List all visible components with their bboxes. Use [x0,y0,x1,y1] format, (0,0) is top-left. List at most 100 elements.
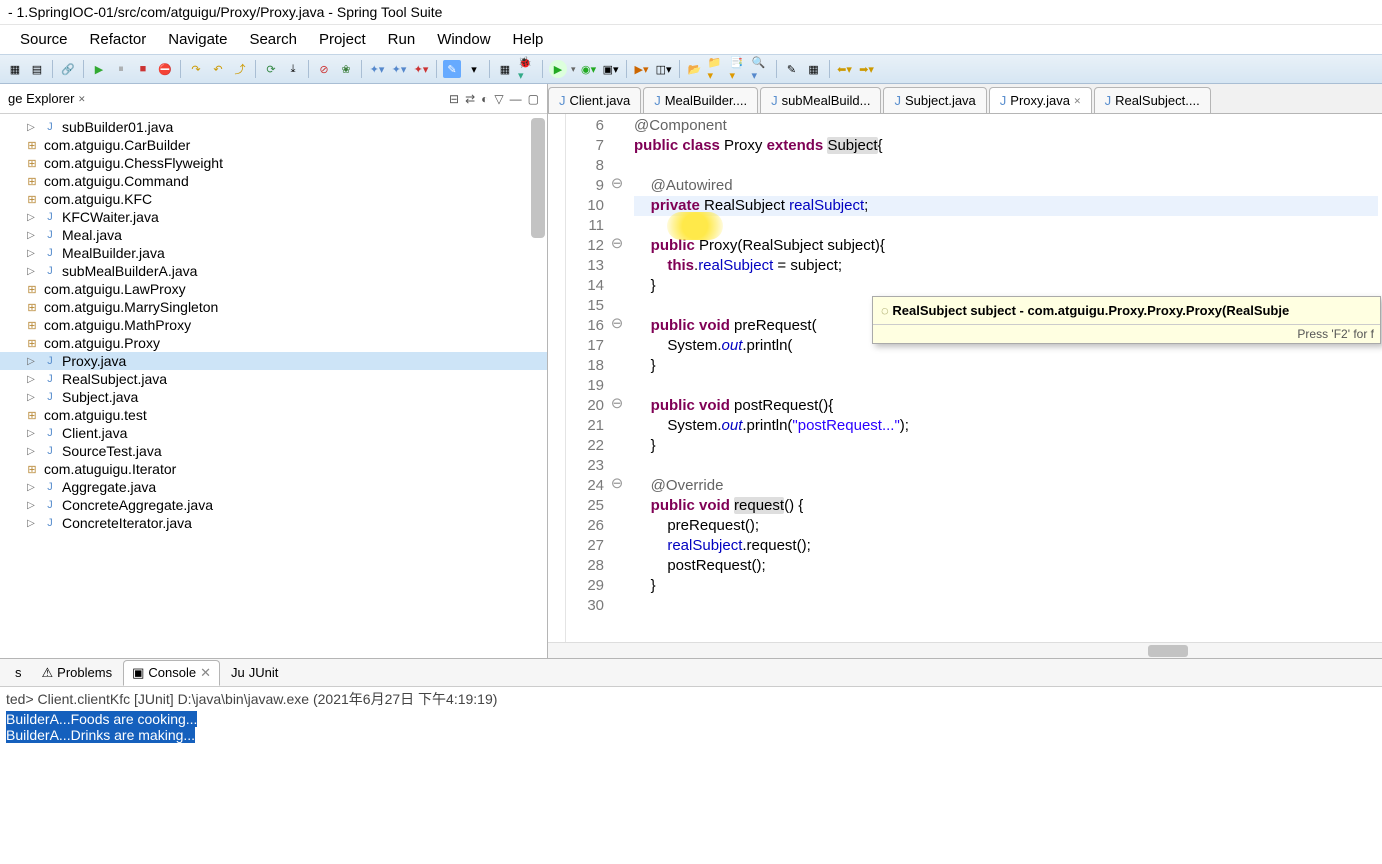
expand-arrow[interactable]: ▷ [24,122,38,133]
java-file-item[interactable]: ▷JConcreteIterator.java [0,514,547,532]
tab-proxyjava[interactable]: JProxy.java✕ [989,87,1092,113]
close-icon[interactable]: ✕ [1074,94,1081,107]
bottom-tab-s[interactable]: s [6,660,31,685]
expand-arrow[interactable]: ▷ [24,230,38,241]
relaunch-icon[interactable]: ⟳ [262,60,280,78]
run-icon[interactable]: ▶ [549,60,567,78]
java-file-item[interactable]: ▷JsubMealBuilderA.java [0,262,547,280]
java-file-item[interactable]: ▷JSubject.java [0,388,547,406]
expand-arrow[interactable]: ▷ [24,518,38,529]
tab-mealbuilder[interactable]: JMealBuilder.... [643,87,758,113]
suspend-icon[interactable]: ⏸ [112,60,130,78]
menu-refactor[interactable]: Refactor [80,27,157,52]
fwd-icon[interactable]: ➡▾ [858,60,876,78]
new-icon[interactable]: ✦▾ [390,60,408,78]
package-item[interactable]: ⊞com.atguigu.Proxy [0,334,547,352]
java-file-item[interactable]: ▷JAggregate.java [0,478,547,496]
debug-icon[interactable]: 🐞▾ [518,60,536,78]
package-item[interactable]: ⊞com.atguigu.ChessFlyweight [0,154,547,172]
stop-icon[interactable]: ■ [134,60,152,78]
h-scrollbar[interactable] [548,642,1382,658]
console-output[interactable]: BuilderA...Foods are cooking...BuilderA.… [0,711,1382,743]
toolbar-btn[interactable]: ▦ [805,60,823,78]
menu-window[interactable]: Window [427,27,500,52]
java-file-item[interactable]: ▷JMealBuilder.java [0,244,547,262]
package-item[interactable]: ⊞com.atguigu.KFC [0,190,547,208]
package-item[interactable]: ⊞com.atguigu.MathProxy [0,316,547,334]
package-item[interactable]: ⊞com.atguigu.LawProxy [0,280,547,298]
expand-arrow[interactable]: ▷ [24,266,38,277]
toolbar-btn[interactable]: 📑▾ [730,60,748,78]
resume-icon[interactable]: ▶ [90,60,108,78]
spring-icon[interactable]: ❀ [337,60,355,78]
menu-run[interactable]: Run [378,27,426,52]
tab-clientjava[interactable]: JClient.java [548,87,641,113]
toolbar-btn[interactable]: ▶▾ [633,60,651,78]
java-file-item[interactable]: ▷JMeal.java [0,226,547,244]
collapse-icon[interactable]: ⊟ [449,92,459,106]
min-icon[interactable]: — [510,92,522,106]
drop-icon[interactable]: ⤓ [284,60,302,78]
java-file-item[interactable]: ▷JSourceTest.java [0,442,547,460]
package-item[interactable]: ⊞com.atuguigu.Iterator [0,460,547,478]
package-item[interactable]: ⊞com.atguigu.CarBuilder [0,136,547,154]
toolbar-btn[interactable]: ✎ [783,60,801,78]
toolbar-btn[interactable]: ▣▾ [602,60,620,78]
tab-submealbuild[interactable]: JsubMealBuild... [760,87,881,113]
close-icon[interactable]: ✕ [200,665,211,681]
java-file-item[interactable]: ▷JConcreteAggregate.java [0,496,547,514]
max-icon[interactable]: ▢ [528,92,539,106]
package-item[interactable]: ⊞com.atguigu.Command [0,172,547,190]
expand-arrow[interactable]: ▷ [24,500,38,511]
expand-arrow[interactable]: ▷ [24,356,38,367]
toolbar-btn[interactable]: ▾ [465,60,483,78]
java-file-item[interactable]: ▷JsubBuilder01.java [0,118,547,136]
bottom-tab-problems[interactable]: ⚠Problems [33,660,122,686]
java-file-item[interactable]: ▷JProxy.java [0,352,547,370]
menu-search[interactable]: Search [239,27,307,52]
focus-icon[interactable]: ◐ [481,92,488,106]
toolbar-btn[interactable]: ◫▾ [655,60,673,78]
step-return-icon[interactable]: ⤴ [231,60,249,78]
menu-source[interactable]: Source [10,27,78,52]
menu-navigate[interactable]: Navigate [158,27,237,52]
expand-arrow[interactable]: ▷ [24,374,38,385]
scrollbar-thumb[interactable] [531,118,545,238]
disconnect-icon[interactable]: ⛔ [156,60,174,78]
expand-arrow[interactable]: ▷ [24,248,38,259]
tab-realsubject[interactable]: JRealSubject.... [1094,87,1211,113]
java-file-item[interactable]: ▷JRealSubject.java [0,370,547,388]
toolbar-btn[interactable]: 🔗 [59,60,77,78]
package-tree[interactable]: ▷JsubBuilder01.java⊞com.atguigu.CarBuild… [0,114,547,658]
coverage-icon[interactable]: ◉▾ [580,60,598,78]
package-item[interactable]: ⊞com.atguigu.MarrySingleton [0,298,547,316]
code-editor[interactable]: 6789101112131415161718192021222324252627… [548,114,1382,642]
open-type-icon[interactable]: 📂 [686,60,704,78]
java-file-item[interactable]: ▷JClient.java [0,424,547,442]
expand-arrow[interactable]: ▷ [24,482,38,493]
tab-subjectjava[interactable]: JSubject.java [883,87,986,113]
search-icon[interactable]: 🔍▾ [752,60,770,78]
expand-arrow[interactable]: ▷ [24,428,38,439]
toolbar-btn[interactable]: ▦ [496,60,514,78]
step-over-icon[interactable]: ↶ [209,60,227,78]
menu-project[interactable]: Project [309,27,376,52]
bottom-tab-console[interactable]: ▣Console ✕ [123,660,220,686]
bottom-tab-junit[interactable]: JuJUnit [222,660,287,685]
new-icon[interactable]: ✦▾ [412,60,430,78]
package-item[interactable]: ⊞com.atguigu.test [0,406,547,424]
step-into-icon[interactable]: ↷ [187,60,205,78]
open-task-icon[interactable]: 📁▾ [708,60,726,78]
expand-arrow[interactable]: ▷ [24,392,38,403]
back-icon[interactable]: ⬅▾ [836,60,854,78]
expand-arrow[interactable]: ▷ [24,212,38,223]
expand-arrow[interactable]: ▷ [24,446,38,457]
new-icon[interactable]: ✦▾ [368,60,386,78]
menu-icon[interactable]: ▽ [494,92,503,106]
close-icon[interactable]: ✕ [78,92,85,105]
link-icon[interactable]: ⇄ [465,92,475,106]
toolbar-btn[interactable]: ▤ [28,60,46,78]
toolbar-btn[interactable]: ▦ [6,60,24,78]
java-file-item[interactable]: ▷JKFCWaiter.java [0,208,547,226]
toolbar-btn[interactable]: ✎ [443,60,461,78]
